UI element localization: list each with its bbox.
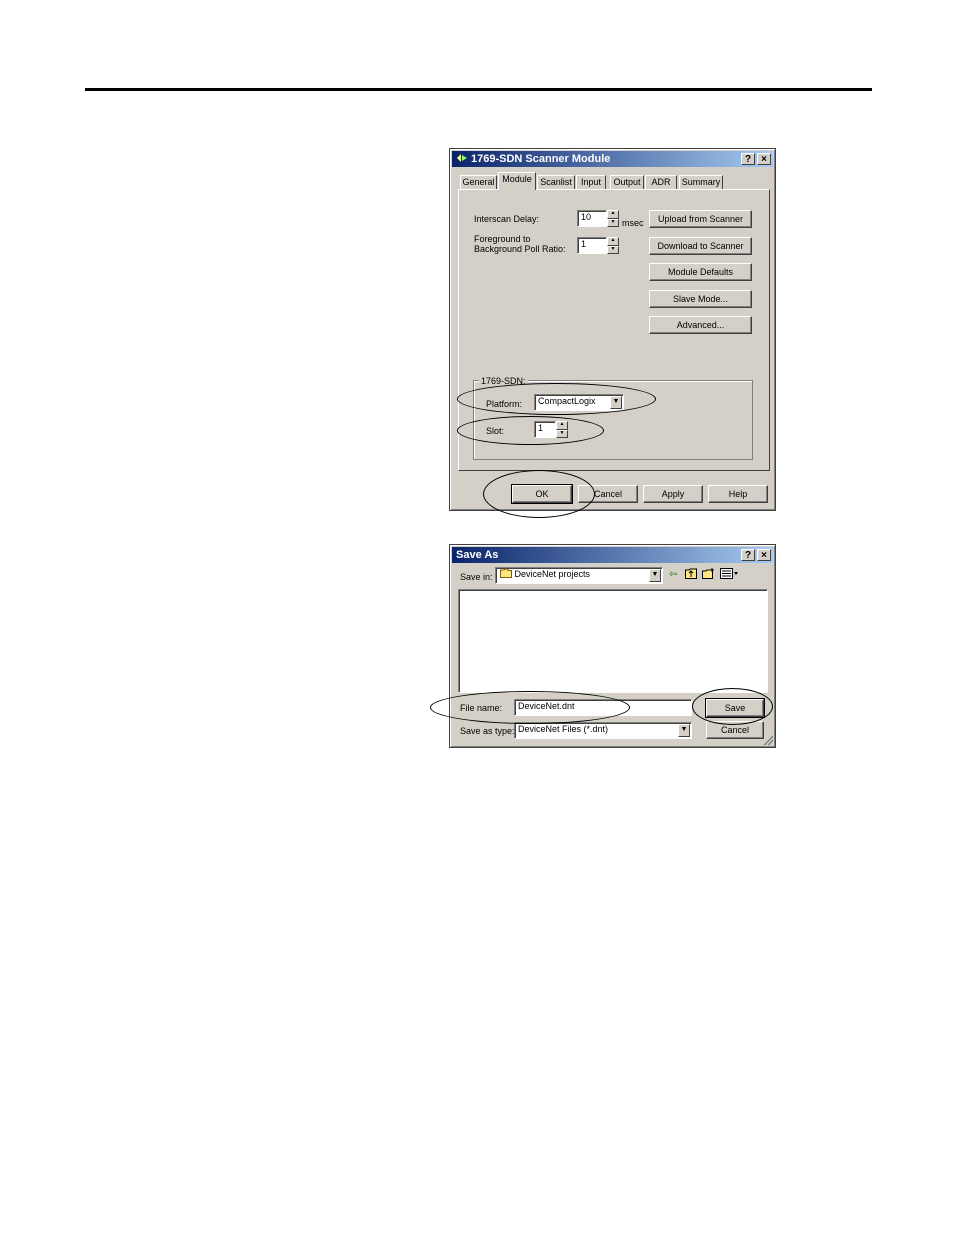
advanced-button[interactable]: Advanced...: [649, 316, 752, 334]
interscan-delay-input[interactable]: 10: [577, 210, 607, 227]
tab-summary[interactable]: Summary: [679, 175, 723, 189]
title-bar: 1769-SDN Scanner Module: [452, 151, 773, 167]
chevron-down-icon[interactable]: ▼: [610, 396, 622, 409]
save-in-label: Save in:: [460, 572, 493, 582]
tab-adr[interactable]: ADR: [645, 175, 677, 189]
dialog-title: 1769-SDN Scanner Module: [471, 153, 611, 165]
save-as-type-value: DeviceNet Files (*.dnt): [518, 724, 609, 734]
slave-mode-button[interactable]: Slave Mode...: [649, 290, 752, 308]
tab-module[interactable]: Module: [498, 172, 536, 190]
ok-button[interactable]: OK: [511, 484, 573, 504]
new-folder-icon[interactable]: [702, 568, 715, 583]
poll-ratio-label-line1: Foreground to: [474, 234, 531, 244]
upload-from-scanner-button[interactable]: Upload from Scanner: [649, 210, 752, 228]
download-to-scanner-button[interactable]: Download to Scanner: [649, 237, 752, 255]
poll-ratio-spinner[interactable]: ▲ ▼: [607, 237, 619, 254]
save-as-type-select[interactable]: DeviceNet Files (*.dnt) ▼: [514, 722, 692, 739]
dialog-title: Save As: [456, 549, 499, 561]
spin-down-icon[interactable]: ▼: [556, 429, 568, 438]
platform-select[interactable]: CompactLogix ▼: [534, 394, 624, 411]
up-folder-icon[interactable]: [685, 568, 697, 583]
devicenet-app-icon: [456, 152, 468, 164]
cancel-button[interactable]: Cancel: [706, 721, 764, 739]
tab-general[interactable]: General: [460, 175, 497, 189]
sdn-group-title: 1769-SDN:: [479, 376, 528, 386]
save-in-value: DeviceNet projects: [514, 569, 591, 579]
cancel-button[interactable]: Cancel: [578, 485, 638, 503]
save-button[interactable]: Save: [705, 698, 765, 718]
back-arrow-icon[interactable]: ⇦: [669, 569, 677, 581]
save-as-type-label: Save as type:: [460, 726, 515, 736]
scanner-module-dialog: 1769-SDN Scanner Module ? × General Modu…: [449, 148, 776, 511]
title-bar: Save As: [452, 547, 773, 563]
module-tab-panel: Interscan Delay: 10 ▲ ▼ msec Foreground t…: [458, 189, 770, 471]
header-rule: [85, 88, 872, 91]
sdn-group-box: [473, 380, 753, 460]
spin-up-icon[interactable]: ▲: [607, 210, 619, 219]
slot-input[interactable]: 1: [534, 421, 556, 438]
poll-ratio-label-line2: Background Poll Ratio:: [474, 244, 566, 254]
folder-icon: [500, 568, 512, 578]
help-title-button[interactable]: ?: [741, 153, 755, 165]
tab-scanlist[interactable]: Scanlist: [537, 175, 575, 189]
spin-up-icon[interactable]: ▲: [556, 421, 568, 430]
tab-output[interactable]: Output: [610, 175, 644, 189]
help-title-button[interactable]: ?: [741, 549, 755, 561]
slot-spinner[interactable]: ▲ ▼: [556, 421, 568, 438]
interscan-delay-unit: msec: [622, 218, 644, 228]
platform-value: CompactLogix: [538, 396, 596, 406]
spin-up-icon[interactable]: ▲: [607, 237, 619, 246]
close-title-button[interactable]: ×: [757, 549, 771, 561]
resize-grip-icon[interactable]: [763, 735, 773, 745]
chevron-down-icon[interactable]: ▼: [678, 724, 690, 737]
module-defaults-button[interactable]: Module Defaults: [649, 263, 752, 281]
help-button[interactable]: Help: [708, 485, 768, 503]
platform-label: Platform:: [486, 399, 523, 409]
spin-down-icon[interactable]: ▼: [607, 218, 619, 227]
view-menu-icon[interactable]: [720, 568, 738, 583]
apply-button[interactable]: Apply: [643, 485, 703, 503]
poll-ratio-input[interactable]: 1: [577, 237, 607, 254]
slot-label: Slot:: [486, 426, 505, 436]
file-list-area[interactable]: [458, 589, 768, 693]
chevron-down-icon[interactable]: ▼: [649, 569, 661, 582]
save-as-dialog: Save As ? × Save in: DeviceNet projects …: [449, 544, 776, 748]
spin-down-icon[interactable]: ▼: [607, 245, 619, 254]
save-in-select[interactable]: DeviceNet projects ▼: [495, 567, 663, 584]
interscan-delay-spinner[interactable]: ▲ ▼: [607, 210, 619, 227]
tab-input[interactable]: Input: [576, 175, 606, 189]
file-name-input[interactable]: DeviceNet.dnt: [514, 699, 692, 716]
close-title-button[interactable]: ×: [757, 153, 771, 165]
interscan-delay-label: Interscan Delay:: [474, 214, 540, 224]
file-name-label: File name:: [460, 703, 503, 713]
